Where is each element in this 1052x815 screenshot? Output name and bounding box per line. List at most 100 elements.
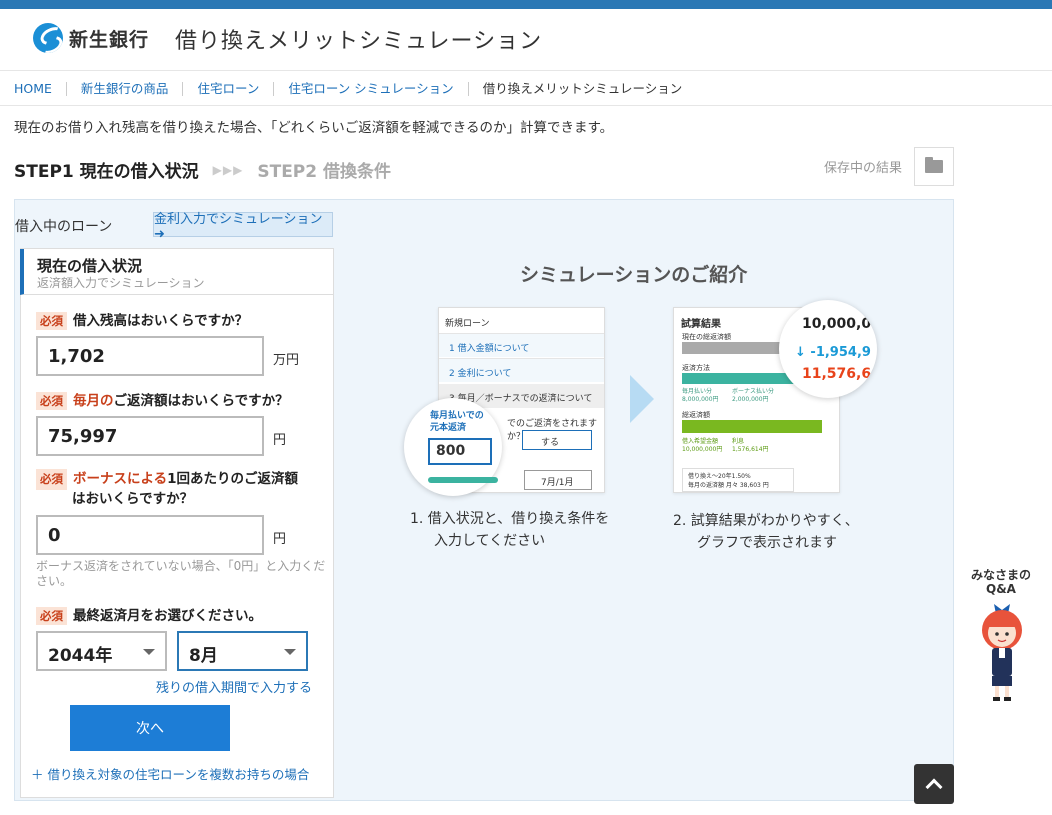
next-button[interactable]: 次へ [70,705,230,751]
required-badge: 必須 [36,312,67,330]
qa-link[interactable]: みなさまの Q&A [966,568,1036,596]
zoom-bubble-input: 毎月払いでの 元本返済 800 [404,398,502,496]
card2-summary-1: 借り換え～20年1.50% [688,473,751,480]
step-indicator: STEP1 現在の借入状況 ▶▶▶ STEP2 借換条件 [14,157,391,182]
bubble-total: 10,000,0 [802,316,872,332]
top-accent-bar [0,0,1052,9]
card1-item2: 2 金利について [439,358,604,382]
card2-bonus: ボーナス払い分 2,000,000円 [732,388,774,404]
saved-results-button[interactable] [914,147,954,186]
intro-text: 現在のお借り入れ残高を借り換えた場合、「どれくらいご返済額を軽減できるのか」計算… [14,120,614,136]
bonus-note: ボーナス返済をされていない場合、「0円」と入力ください。 [36,559,326,588]
page-title: 借り換えメリットシミュレーション [175,29,543,54]
step-arrows-icon: ▶▶▶ [212,162,244,177]
step2-caption-2: グラフで表示されます [697,535,837,551]
question-monthly-text: ご返済額はおいくらですか？ [113,393,289,409]
card2-loan: 借入希望金額 10,000,000円 [682,438,722,454]
folder-icon [925,157,943,173]
qa-label-2: Q&A [986,582,1016,596]
card2-interest-value: 1,576,614円 [732,446,769,453]
chevron-up-icon [925,778,943,796]
breadcrumb-loan-simulation[interactable]: 住宅ローン シミュレーション [274,81,469,96]
card2-summary-2: 毎月の返済額 [688,482,725,489]
question-bonus: 必須 ボーナスによる1回あたりのご返済額 はおいくらですか？ [36,469,298,509]
card1-item1: 1 借入金額について [439,333,604,357]
question-balance-text: 借入残高はおいくらですか？ [73,313,249,329]
bubble-label-1: 毎月払いでの [430,411,484,421]
question-monthly: 必須 毎月のご返済額はおいくらですか？ [36,389,289,410]
panel-header: 現在の借入状況 返済額入力でシミュレーション [20,249,333,295]
card2-loan-value: 10,000,000円 [682,446,723,453]
bubble-label: 毎月払いでの 元本返済 [430,410,484,434]
rate-input-link[interactable]: 金利入力でシミュレーション ➜ [153,212,333,242]
question-bonus-text-2: はおいくらですか？ [72,491,194,507]
month-select-value: 8月 [189,646,218,666]
card2-monthly-value: 8,000,000円 [682,396,719,403]
required-badge: 必須 [36,392,67,410]
card2-bar-method [682,373,802,384]
site-header: 新生銀行 借り換えメリットシミュレーション [0,9,1052,71]
bubble-diff: ↓ -1,954,9 [795,345,871,360]
year-select-value: 2044年 [48,646,113,666]
bubble-label-2: 元本返済 [430,423,467,433]
card2-monthly-label: 毎月払い分 [682,388,713,395]
card2-interest-label: 利息 [732,438,745,445]
bubble-value: 800 [428,438,492,465]
qa-label-1: みなさまの [970,568,1031,582]
month-select[interactable]: 8月 [177,631,308,671]
breadcrumb-products[interactable]: 新生銀行の商品 [67,81,184,96]
step2-caption: 2. 試算結果がわかりやすく、 グラフで表示されます [673,510,859,554]
brand-logo[interactable]: 新生銀行 [33,23,149,53]
remaining-period-link[interactable]: 残りの借入期間で入力する [156,677,312,696]
bonus-payment-input[interactable]: 0 [36,515,264,555]
card2-summary: 借り換え～20年1.50% 毎月の返済額 月々 38,603 円 [682,468,794,492]
question-last-month: 必須 最終返済月をお選びください。 [36,604,262,625]
year-select[interactable]: 2044年 [36,631,167,671]
zoom-bubble-results: 10,000,0 ↓ -1,954,9 11,576,6 [779,300,877,398]
card2-title: 試算結果 [681,319,721,330]
monthly-payment-unit: 円 [273,433,287,448]
bubble-new: 11,576,6 [802,366,872,382]
card1-option-month: 7月/1月 [524,470,592,490]
scroll-to-top-button[interactable] [914,764,954,804]
breadcrumb: HOME 新生銀行の商品 住宅ローン 住宅ローン シミュレーション 借り換えメリ… [0,72,1052,106]
card2-bar-current [682,342,782,354]
card2-bar-total [682,420,822,433]
card2-label-total: 総返済額 [682,411,710,419]
step1-caption-1: 1. 借入状況と、借り換え条件を [410,511,610,527]
card2-summary-3: 月々 38,603 円 [725,482,769,489]
card2-label-method: 返済方法 [682,364,710,372]
breadcrumb-current: 借り換えメリットシミュレーション [482,80,683,96]
monthly-payment-input[interactable]: 75,997 [36,416,264,456]
breadcrumb-home-loan[interactable]: 住宅ローン [183,81,275,96]
balance-input[interactable]: 1,702 [36,336,264,376]
card1-option-yes: する [522,430,592,450]
breadcrumb-home[interactable]: HOME [0,81,67,96]
step1-caption: 1. 借入状況と、借り換え条件を入力してください [410,508,609,552]
card2-interest: 利息 1,576,614円 [732,438,769,454]
step2-caption-1: 2. 試算結果がわかりやすく、 [673,513,859,529]
required-badge: 必須 [36,607,67,625]
step2-label: STEP2 借換条件 [257,162,392,182]
brand-mark-icon [33,23,63,53]
chevron-down-icon [284,649,296,655]
panel-subtitle: 返済額入力でシミュレーション [37,276,205,290]
card2-bonus-label: ボーナス払い分 [732,388,775,395]
card2-bonus-value: 2,000,000円 [732,396,769,403]
balance-unit: 万円 [273,353,300,368]
intro-panel-title: シミュレーションのご紹介 [520,264,748,286]
mascot-character-icon[interactable] [974,600,1030,704]
chevron-right-icon [630,375,654,423]
saved-results-label: 保存中の結果 [824,161,903,176]
multiple-loans-link[interactable]: ＋ 借り換え対象の住宅ローンを複数お持ちの場合 [31,764,309,783]
step1-label: STEP1 現在の借入状況 [14,162,199,182]
question-bonus-highlight: ボーナスによる [73,471,168,487]
step1-caption-2: 入力してください [434,533,546,549]
question-balance: 必須 借入残高はおいくらですか？ [36,309,248,330]
card2-label-current: 現在の総返済額 [682,333,731,341]
card2-monthly: 毎月払い分 8,000,000円 [682,388,719,404]
chevron-down-icon [143,649,155,655]
brand-name: 新生銀行 [69,28,150,51]
card2-loan-label: 借入希望金額 [682,438,719,445]
bonus-payment-unit: 円 [273,532,287,547]
